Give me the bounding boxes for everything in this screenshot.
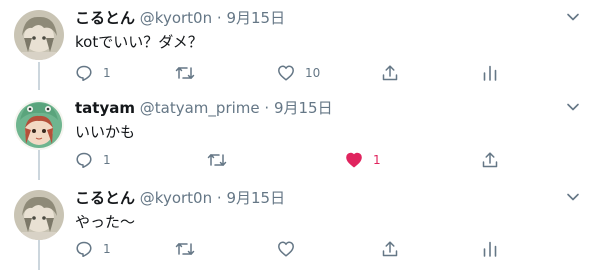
avatar[interactable] [14,190,64,240]
tweet-header: tatyam @tatyam_prime · 9月15日 [75,98,333,118]
tweet-actions: 1 10 [75,62,515,84]
analytics-icon [483,65,497,81]
avatar[interactable] [14,10,64,60]
reply-icon [76,152,92,169]
share-button[interactable] [481,149,499,171]
retweet-button[interactable] [175,62,205,84]
reply-count: 1 [103,153,111,167]
retweet-icon [175,67,195,79]
tweet-date[interactable]: 9月15日 [226,9,285,27]
separator: · [216,9,222,27]
share-icon [482,152,498,168]
tweet-header: こるとん @kyort0n · 9月15日 [75,8,285,28]
user-handle[interactable]: @kyort0n [140,189,212,207]
tweet-text: やった〜 [75,213,136,231]
retweet-icon [175,243,195,255]
separator: · [216,189,222,207]
tweet-date[interactable]: 9月15日 [274,99,333,117]
display-name[interactable]: tatyam [75,99,135,117]
tweet-text: いいかも [75,123,136,141]
share-button[interactable] [381,238,399,260]
like-icon [278,241,294,257]
share-icon [382,65,398,81]
analytics-button[interactable] [481,238,499,260]
tweet[interactable]: こるとん @kyort0n · 9月15日 kotでいい？ダメ？ 1 10 [0,8,598,88]
tweet[interactable]: こるとん @kyort0n · 9月15日 やった〜 1 [0,188,598,270]
chevron-down-icon[interactable] [566,10,580,24]
reply-button[interactable]: 1 [75,149,111,171]
retweet-icon [207,154,227,166]
user-handle[interactable]: @tatyam_prime [140,99,260,117]
tweet-header: こるとん @kyort0n · 9月15日 [75,188,285,208]
analytics-button[interactable] [481,62,499,84]
tweet[interactable]: tatyam @tatyam_prime · 9月15日 いいかも 1 1 [0,98,598,178]
like-icon [346,152,362,168]
tweet-actions: 1 [75,238,515,260]
analytics-icon [483,241,497,257]
reply-count: 1 [103,66,111,80]
like-icon [278,65,294,81]
reply-icon [76,241,92,258]
reply-button[interactable]: 1 [75,238,111,260]
display-name[interactable]: こるとん [75,9,135,27]
share-icon [382,241,398,257]
avatar[interactable] [14,100,64,150]
reply-icon [76,65,92,82]
separator: · [264,99,270,117]
like-button[interactable]: 10 [277,62,320,84]
tweet-actions: 1 1 [75,149,515,171]
user-handle[interactable]: @kyort0n [140,9,212,27]
tweet-thread: こるとん @kyort0n · 9月15日 kotでいい？ダメ？ 1 10 ta… [0,0,598,270]
like-count: 1 [373,153,381,167]
chevron-down-icon[interactable] [566,100,580,114]
retweet-button[interactable] [207,149,237,171]
display-name[interactable]: こるとん [75,189,135,207]
like-count: 10 [305,66,321,80]
retweet-button[interactable] [175,238,205,260]
reply-button[interactable]: 1 [75,62,111,84]
like-button[interactable]: 1 [345,149,381,171]
reply-count: 1 [103,242,111,256]
chevron-down-icon[interactable] [566,190,580,204]
tweet-date[interactable]: 9月15日 [226,189,285,207]
tweet-text: kotでいい？ダメ？ [75,33,203,51]
like-button[interactable] [277,238,305,260]
share-button[interactable] [381,62,399,84]
